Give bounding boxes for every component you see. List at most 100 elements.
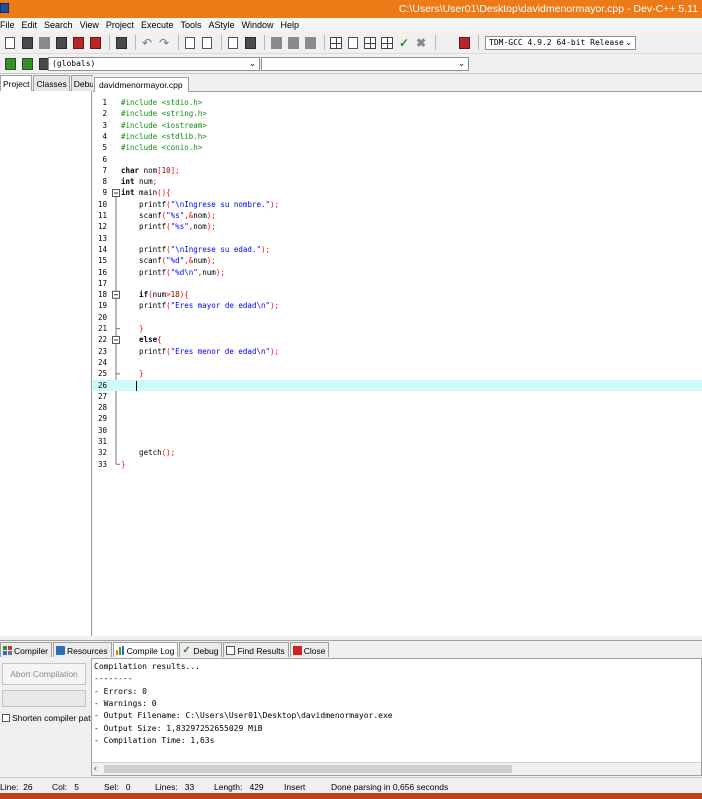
code-line[interactable]: 7 char nom[10]; xyxy=(93,165,702,176)
abort-compilation-button[interactable]: Abort Compilation xyxy=(2,663,86,685)
menu-window[interactable]: Window xyxy=(242,20,274,30)
code-line[interactable]: 9 int main(){ xyxy=(93,187,702,198)
member-select[interactable]: ⌄ xyxy=(261,57,469,71)
chevron-down-icon: ⌄ xyxy=(249,59,256,68)
code-line[interactable]: 6 xyxy=(93,154,702,165)
compiler-select[interactable]: TDM-GCC 4.9.2 64-bit Release ⌄ xyxy=(485,35,636,50)
profile-button[interactable] xyxy=(440,36,454,50)
code-line[interactable]: 18 if(num>18){ xyxy=(93,289,702,300)
code-line[interactable]: 21 } xyxy=(93,323,702,334)
menu-help[interactable]: Help xyxy=(281,20,300,30)
line-number: 14 xyxy=(97,244,107,254)
code-line[interactable]: 15 scanf("%d",&num); xyxy=(93,255,702,266)
menu-view[interactable]: View xyxy=(80,20,99,30)
rebuild-button[interactable] xyxy=(380,36,394,50)
code-line[interactable]: 13 xyxy=(93,233,702,244)
print-button[interactable] xyxy=(114,36,128,50)
code-line[interactable]: 24 xyxy=(93,357,702,368)
find-button[interactable] xyxy=(183,36,197,50)
code-line[interactable]: 25 } xyxy=(93,368,702,379)
syntax-check-button[interactable]: ✓ xyxy=(397,36,411,50)
code-line[interactable]: 20 xyxy=(93,312,702,323)
scrollbar-thumb[interactable] xyxy=(104,765,512,773)
menu-tools[interactable]: Tools xyxy=(180,20,201,30)
code-text: char nom[10]; xyxy=(121,165,180,176)
code-line[interactable]: 33} xyxy=(93,459,702,470)
code-token: if xyxy=(121,290,149,300)
menu-search[interactable]: Search xyxy=(44,20,73,30)
code-line[interactable]: 16 printf("%d\n",num); xyxy=(93,267,702,278)
shorten-paths-option[interactable]: Shorten compiler paths xyxy=(2,713,99,723)
code-line[interactable]: 10 printf("\nIngrese su nombre."); xyxy=(93,199,702,210)
tab-compile-log[interactable]: Compile Log xyxy=(112,642,179,657)
redo-button[interactable]: ↷ xyxy=(157,36,171,50)
code-line[interactable]: 17 xyxy=(93,278,702,289)
code-line[interactable]: 32 getch(); xyxy=(93,447,702,458)
tab-classes[interactable]: Classes xyxy=(33,75,70,91)
app-icon[interactable] xyxy=(0,3,9,13)
toggle-button[interactable] xyxy=(20,57,34,71)
menu-execute[interactable]: Execute xyxy=(141,20,174,30)
code-text: } xyxy=(121,368,144,379)
undo-button[interactable]: ↶ xyxy=(140,36,154,50)
menu-astyle[interactable]: AStyle xyxy=(208,20,234,30)
tab-close[interactable]: Close xyxy=(289,642,330,657)
code-line[interactable]: 30 xyxy=(93,425,702,436)
code-line[interactable]: 23 printf("Eres menor de edad\n"); xyxy=(93,346,702,357)
code-line[interactable]: 3 #include <iostream> xyxy=(93,120,702,131)
code-line[interactable]: 19 printf("Eres mayor de edad\n"); xyxy=(93,300,702,311)
menu-file[interactable]: File xyxy=(0,20,15,30)
code-line[interactable]: 12 printf("%s",nom); xyxy=(93,221,702,232)
open-file-button[interactable] xyxy=(20,36,34,50)
stop-execution-button[interactable]: ✖ xyxy=(414,36,428,50)
new-file-button[interactable] xyxy=(3,36,17,50)
code-line[interactable]: 27 xyxy=(93,391,702,402)
line-number: 4 xyxy=(102,131,107,141)
toggle-bookmark-button[interactable] xyxy=(303,36,317,50)
shorten-paths-checkbox[interactable] xyxy=(2,714,10,722)
replace-button[interactable] xyxy=(200,36,214,50)
delete-profile-button[interactable] xyxy=(457,36,471,50)
compile-button[interactable] xyxy=(329,36,343,50)
close-all-button[interactable] xyxy=(88,36,102,50)
status-length: Length: 429 xyxy=(214,782,264,792)
code-line[interactable]: 14 printf("\nIngrese su edad."); xyxy=(93,244,702,255)
code-line[interactable]: 8 int num; xyxy=(93,176,702,187)
save-all-button[interactable] xyxy=(54,36,68,50)
compile-run-button[interactable] xyxy=(363,36,377,50)
scope-select[interactable]: (globals) ⌄ xyxy=(48,57,260,71)
code-line[interactable]: 2 #include <string.h> xyxy=(93,108,702,119)
compile-log-output[interactable]: ‹ Compilation results... -------- - Errors… xyxy=(91,658,702,776)
tab-project[interactable]: Project xyxy=(0,75,33,91)
menu-project[interactable]: Project xyxy=(106,20,134,30)
code-token: int xyxy=(121,177,135,187)
log-line: - Warnings: 0 xyxy=(94,698,157,708)
tab-find-results[interactable]: Find Results xyxy=(223,642,289,657)
menu-edit[interactable]: Edit xyxy=(22,20,38,30)
indent-button[interactable] xyxy=(243,36,257,50)
code-line[interactable]: 4 #include <stdlib.h> xyxy=(93,131,702,142)
save-button[interactable] xyxy=(37,36,51,50)
close-file-button[interactable] xyxy=(71,36,85,50)
line-number: 32 xyxy=(97,448,107,458)
code-line[interactable]: 28 xyxy=(93,402,702,413)
code-line[interactable]: 26 xyxy=(93,379,702,391)
log-horizontal-scrollbar[interactable]: ‹ xyxy=(92,762,701,775)
tab-file[interactable]: davidmenormayor.cpp xyxy=(94,77,189,92)
code-line[interactable]: 29 xyxy=(93,413,702,424)
insert-button[interactable] xyxy=(3,57,17,71)
prev-bookmark-button[interactable] xyxy=(269,36,283,50)
code-line[interactable]: 22 else{ xyxy=(93,334,702,345)
code-line[interactable]: 11 scanf("%s",&nom); xyxy=(93,210,702,221)
next-bookmark-button[interactable] xyxy=(286,36,300,50)
scroll-left-icon[interactable]: ‹ xyxy=(94,763,97,773)
code-line[interactable]: 1 #include <stdio.h> xyxy=(93,97,702,108)
code-editor[interactable]: 1 #include <stdio.h> 2 #include <string.h> 3… xyxy=(93,92,702,636)
code-line[interactable]: 31 xyxy=(93,436,702,447)
code-line[interactable]: 5 #include <conio.h> xyxy=(93,142,702,153)
tab-compiler[interactable]: Compiler xyxy=(0,642,53,657)
goto-line-button[interactable] xyxy=(226,36,240,50)
run-button[interactable] xyxy=(346,36,360,50)
tab-debug-bottom[interactable]: ✓ Debug xyxy=(179,642,223,657)
tab-resources[interactable]: Resources xyxy=(53,642,112,657)
